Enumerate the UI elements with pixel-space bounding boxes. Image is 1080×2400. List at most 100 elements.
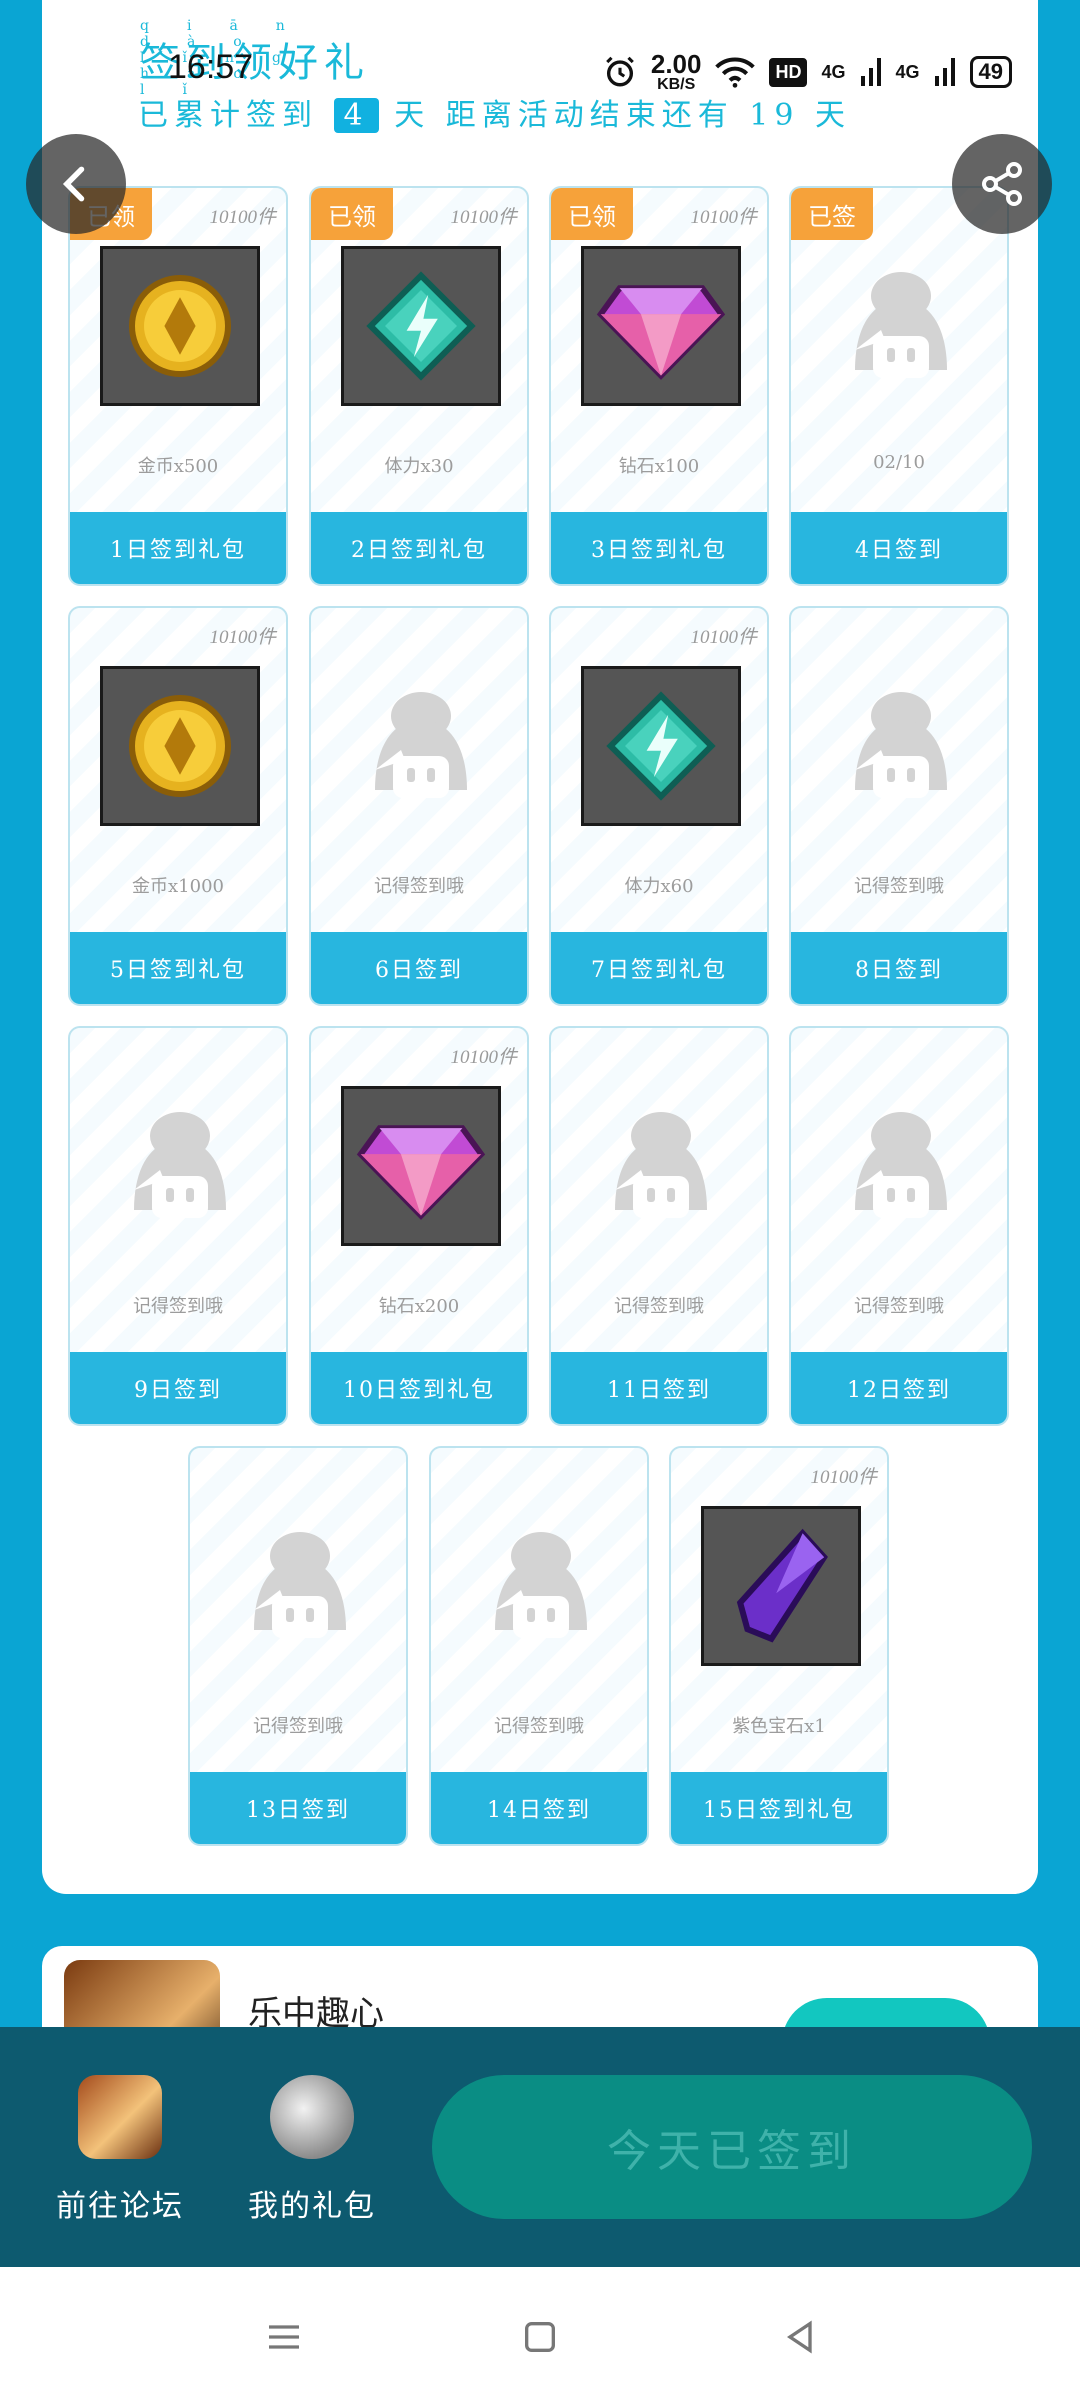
reward-description: 体力x30 (384, 456, 454, 477)
nav-home-button[interactable] (510, 2307, 570, 2367)
claimed-badge: 已领 (311, 188, 393, 240)
placeholder-avatar-icon (841, 680, 961, 810)
reward-description: 记得签到哦 (854, 876, 944, 897)
signed-today-button[interactable]: 今天已签到 (432, 2075, 1032, 2219)
signin-day-card[interactable]: 记得签到哦 14日签到 (429, 1446, 649, 1846)
nav-back-button[interactable] (770, 2307, 830, 2367)
reward-description: 记得签到哦 (614, 1296, 704, 1317)
claimed-badge: 已签 (791, 188, 873, 240)
day-label: 3日签到礼包 (551, 512, 767, 584)
system-nav-bar (0, 2267, 1080, 2400)
reward-description: 记得签到哦 (253, 1716, 343, 1737)
signin-day-card[interactable]: 10100件体力x60 7日签到礼包 (549, 606, 769, 1006)
claimed-badge: 已领 (551, 188, 633, 240)
signin-day-card[interactable]: 已领10100件金币x5001日签到礼包 (68, 186, 288, 586)
day-label: 9日签到 (70, 1352, 286, 1424)
signin-day-card[interactable]: 记得签到哦 9日签到 (68, 1026, 288, 1426)
reward-description: 钻石x200 (378, 1296, 460, 1317)
signal-4g-2: 4G (895, 61, 920, 82)
reward-description: 记得签到哦 (854, 1296, 944, 1317)
home-icon (525, 2322, 555, 2352)
signin-day-card[interactable]: 记得签到哦 13日签到 (188, 1446, 408, 1846)
reward-description: 金币x500 (137, 456, 219, 477)
signin-day-card[interactable]: 10100件紫色宝石x1 15日签到礼包 (669, 1446, 889, 1846)
go-to-forum-button[interactable]: 前往论坛 (40, 2075, 200, 2225)
signin-day-card[interactable]: 已签 02/10 4日签到 (789, 186, 1009, 586)
placeholder-avatar-icon (481, 1520, 601, 1650)
day-label: 13日签到 (190, 1772, 406, 1844)
coin-icon (100, 246, 260, 406)
day-label: 15日签到礼包 (671, 1772, 887, 1844)
back-triangle-icon (786, 2320, 812, 2354)
stamina-gem-icon (581, 666, 741, 826)
stock-count: 10100件 (690, 627, 757, 648)
status-time: 16:57 (168, 48, 254, 86)
signin-day-card[interactable]: 已领 10100件钻石x100 3日签到礼包 (549, 186, 769, 586)
day-label: 7日签到礼包 (551, 932, 767, 1004)
placeholder-avatar-icon (240, 1520, 360, 1650)
stock-count: 10100件 (690, 207, 757, 228)
placeholder-avatar-icon (601, 1100, 721, 1230)
placeholder-avatar-icon (120, 1100, 240, 1230)
forum-avatar (78, 2075, 162, 2159)
bottom-bar: 前往论坛 我的礼包 今天已签到 (0, 2027, 1080, 2267)
purple-gem-icon (701, 1506, 861, 1666)
placeholder-avatar-icon (361, 680, 481, 810)
placeholder-avatar-icon (841, 260, 961, 390)
reward-description: 记得签到哦 (374, 876, 464, 897)
signin-day-card[interactable]: 已领 10100件体力x30 2日签到礼包 (309, 186, 529, 586)
signin-day-card[interactable]: 记得签到哦 12日签到 (789, 1026, 1009, 1426)
back-button[interactable] (26, 134, 126, 234)
alarm-icon (606, 56, 634, 87)
diamond-icon (341, 1086, 501, 1246)
day-label: 12日签到 (791, 1352, 1007, 1424)
reward-description: 金币x1000 (132, 876, 224, 897)
stock-count: 10100件 (450, 207, 517, 228)
reward-description: 02/10 (873, 452, 925, 473)
stock-count: 10100件 (450, 1047, 517, 1068)
signin-day-card[interactable]: 记得签到哦 11日签到 (549, 1026, 769, 1426)
signal-4g-1: 4G (821, 61, 846, 82)
stock-count: 10100件 (810, 1467, 877, 1488)
day-label: 1日签到礼包 (70, 512, 286, 584)
network-speed: 2.00 KB/S (650, 49, 702, 93)
signal-icon (860, 58, 881, 86)
diamond-icon (581, 246, 741, 406)
status-bar: 16:57 2.00 KB/S HD 4G 4G 49 (0, 44, 1080, 100)
signin-day-card[interactable]: 记得签到哦 8日签到 (789, 606, 1009, 1006)
wifi-icon (715, 57, 756, 88)
day-label: 4日签到 (791, 512, 1007, 584)
back-arrow-icon (62, 166, 85, 202)
signin-day-card[interactable]: 10100件钻石x200 10日签到礼包 (309, 1026, 529, 1426)
share-icon (982, 162, 1022, 206)
day-label: 14日签到 (431, 1772, 647, 1844)
share-button[interactable] (952, 134, 1052, 234)
day-label: 10日签到礼包 (311, 1352, 527, 1424)
hd-badge: HD (769, 57, 808, 87)
stock-count: 10100件 (209, 627, 276, 648)
stamina-gem-icon (341, 246, 501, 406)
placeholder-avatar-icon (841, 1100, 961, 1230)
signal-icon-2 (934, 58, 955, 86)
reward-description: 钻石x100 (618, 456, 700, 477)
day-label: 2日签到礼包 (311, 512, 527, 584)
reward-description: 记得签到哦 (133, 1296, 223, 1317)
battery-indicator: 49 (969, 56, 1012, 88)
coin-icon (100, 666, 260, 826)
signin-day-card[interactable]: 10100件金币x1000 5日签到礼包 (68, 606, 288, 1006)
day-label: 8日签到 (791, 932, 1007, 1004)
day-label: 11日签到 (551, 1352, 767, 1424)
menu-icon (269, 2325, 299, 2349)
day-label: 5日签到礼包 (70, 932, 286, 1004)
reward-description: 记得签到哦 (494, 1716, 584, 1737)
reward-description: 紫色宝石x1 (732, 1716, 826, 1737)
gift-avatar (270, 2075, 354, 2159)
days-signed-count: 4 (333, 98, 379, 133)
stock-count: 10100件 (209, 207, 276, 228)
my-gifts-label: 我的礼包 (248, 2189, 376, 2224)
day-label: 6日签到 (311, 932, 527, 1004)
signin-day-card[interactable]: 记得签到哦 6日签到 (309, 606, 529, 1006)
nav-menu-button[interactable] (254, 2307, 314, 2367)
my-gifts-button[interactable]: 我的礼包 (232, 2075, 392, 2225)
reward-description: 体力x60 (624, 876, 694, 897)
